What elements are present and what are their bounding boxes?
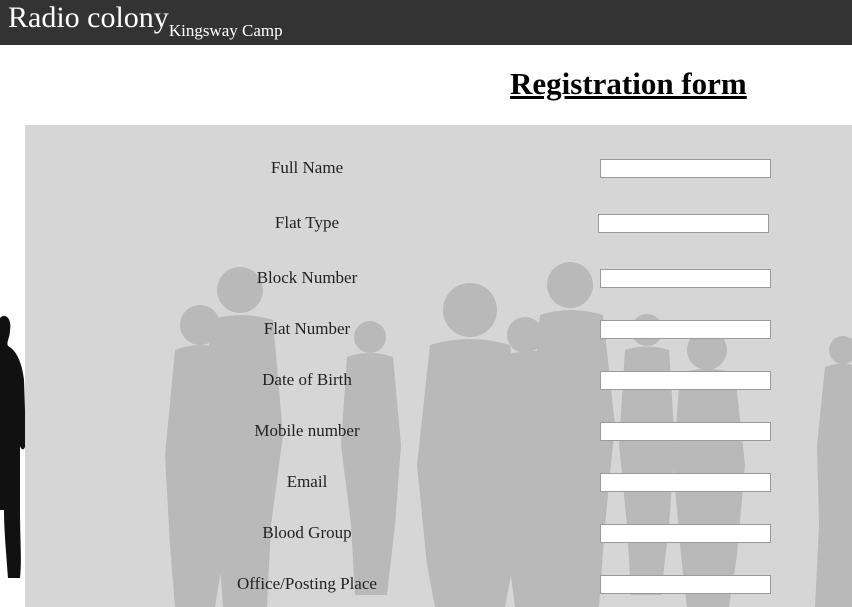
site-title-text: Radio colony	[8, 1, 169, 34]
email-input[interactable]	[600, 473, 771, 492]
blood-group-label: Blood Group	[262, 523, 352, 542]
email-label: Email	[286, 472, 328, 491]
block-number-label: Block Number	[256, 268, 358, 287]
form-heading: Registration form	[510, 66, 747, 101]
site-title: Radio colonyKingsway Camp	[8, 1, 283, 40]
flat-number-label: Flat Number	[263, 319, 351, 338]
field-row-flat-type: Flat Type	[0, 211, 852, 235]
mobile-number-input[interactable]	[600, 422, 771, 441]
field-row-block-number: Block Number	[0, 266, 852, 290]
flat-type-label: Flat Type	[274, 213, 340, 232]
flat-number-input[interactable]	[600, 320, 771, 339]
field-row-date-of-birth: Date of Birth	[0, 368, 852, 392]
blood-group-input[interactable]	[600, 524, 771, 543]
full-name-label: Full Name	[270, 158, 344, 177]
full-name-input[interactable]	[600, 159, 771, 178]
date-of-birth-label: Date of Birth	[262, 370, 352, 389]
field-row-flat-number: Flat Number	[0, 317, 852, 341]
field-row-full-name: Full Name	[0, 156, 852, 180]
mobile-number-label: Mobile number	[254, 421, 360, 440]
field-row-office-posting-place: Office/Posting Place	[0, 572, 852, 596]
flat-type-input[interactable]	[598, 214, 769, 233]
field-row-mobile-number: Mobile number	[0, 419, 852, 443]
office-posting-place-input[interactable]	[600, 575, 771, 594]
field-row-blood-group: Blood Group	[0, 521, 852, 545]
block-number-input[interactable]	[600, 269, 771, 288]
site-header: Radio colonyKingsway Camp	[0, 0, 852, 45]
field-row-email: Email	[0, 470, 852, 494]
site-subtitle: Kingsway Camp	[168, 21, 283, 40]
date-of-birth-input[interactable]	[600, 371, 771, 390]
office-posting-place-label: Office/Posting Place	[237, 574, 377, 593]
